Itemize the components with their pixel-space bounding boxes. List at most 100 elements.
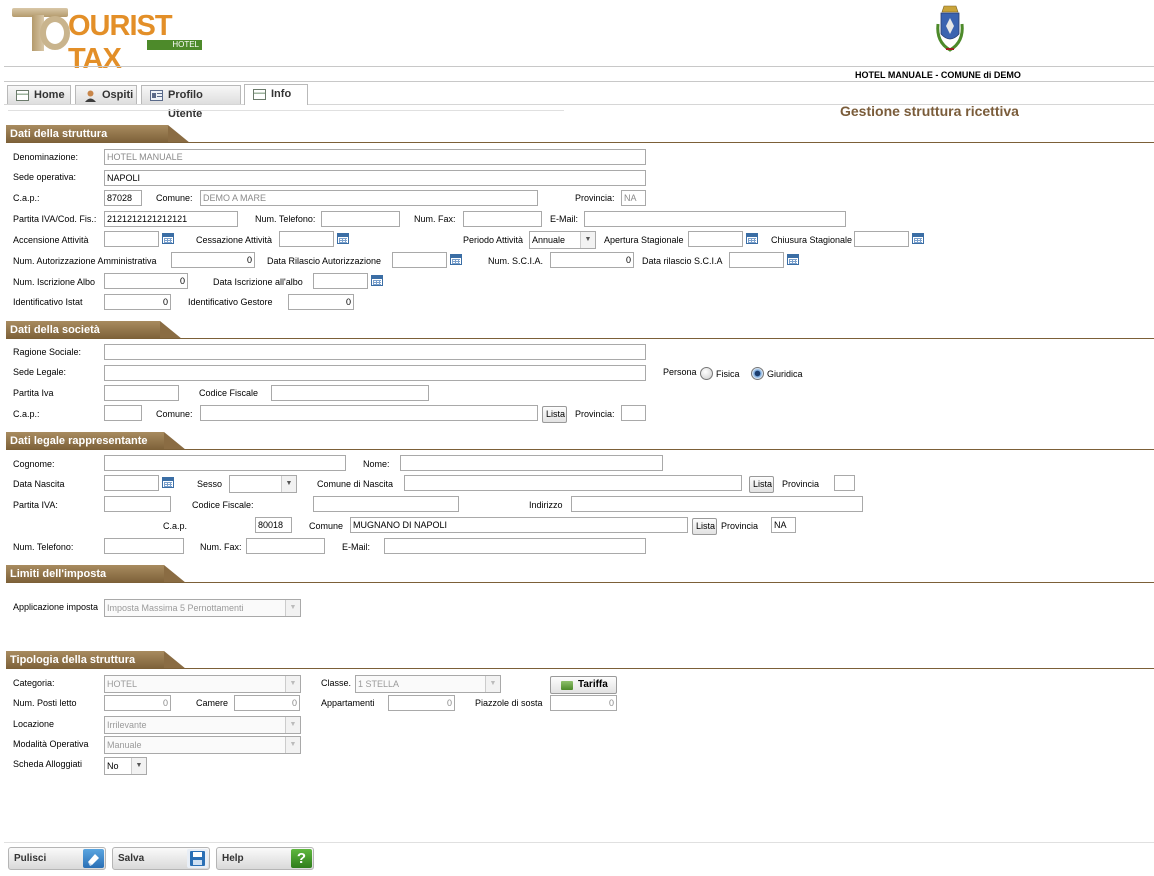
section-dati-struttura: Dati della struttura [6,125,1154,143]
apertura-input[interactable] [688,231,743,247]
comune-nascita-input[interactable] [404,475,742,491]
calendar-icon[interactable] [162,477,174,488]
tab-info[interactable]: Info [244,84,308,105]
sesso-label: Sesso [197,479,223,489]
legale-fax-input[interactable] [246,538,325,554]
scheda-alloggiati-select[interactable]: No ▼ [104,757,147,775]
accensione-label: Accensione Attività [13,235,89,245]
id-card-icon [150,90,163,101]
applicazione-label: Applicazione imposta [13,602,99,612]
appartamenti-label: Appartamenti [321,698,375,708]
societa-cf-input[interactable] [271,385,429,401]
cessazione-input[interactable] [279,231,334,247]
autorizzazione-input[interactable] [171,252,255,268]
legale-cap-input[interactable] [255,517,292,533]
cognome-input[interactable] [104,455,346,471]
nascita-lista-button[interactable]: Lista [749,476,774,493]
calendar-icon[interactable] [337,233,349,244]
sede-operativa-input[interactable] [104,170,646,186]
societa-provincia-input[interactable] [621,405,646,421]
tariffa-button[interactable]: Tariffa [550,676,617,694]
salva-button[interactable]: Salva [112,847,210,870]
data-scia-input[interactable] [729,252,784,268]
periodo-label: Periodo Attività [463,235,524,245]
tab-home[interactable]: Home [7,85,71,104]
legale-piva-input[interactable] [104,496,171,512]
legale-email-input[interactable] [384,538,646,554]
classe-select[interactable]: 1 STELLA ▼ [355,675,501,693]
provincia-input[interactable] [621,190,646,206]
albo-label: Num. Iscrizione Albo [13,277,96,287]
persona-fisica-radio[interactable] [700,367,713,380]
cap-input[interactable] [104,190,142,206]
locazione-select[interactable]: Irrilevante ▼ [104,716,301,734]
modalita-label: Modalità Operativa [13,739,89,749]
data-autorizzazione-input[interactable] [392,252,447,268]
istat-input[interactable] [104,294,171,310]
chiusura-input[interactable] [854,231,909,247]
piazzole-input[interactable] [550,695,617,711]
fax-input[interactable] [463,211,542,227]
societa-piva-input[interactable] [104,385,179,401]
nome-label: Nome: [363,459,390,469]
comune-nascita-label: Comune di Nascita [317,479,394,489]
persona-giuridica-radio[interactable] [751,367,764,380]
modalita-select[interactable]: Manuale ▼ [104,736,301,754]
sede-operativa-label: Sede operativa: [13,172,77,182]
help-button[interactable]: Help ? [216,847,314,870]
chevron-down-icon: ▼ [281,476,296,492]
tab-profilo-utente[interactable]: Profilo Utente [141,85,241,120]
legale-provincia-input[interactable] [771,517,796,533]
pulisci-button[interactable]: Pulisci [8,847,106,870]
camere-input[interactable] [234,695,300,711]
legale-cf-input[interactable] [313,496,459,512]
calendar-icon[interactable] [787,254,799,265]
nascita-provincia-label: Provincia [782,479,820,489]
posti-letto-input[interactable] [104,695,171,711]
calendar-icon[interactable] [371,275,383,286]
comune-input[interactable] [200,190,538,206]
chevron-down-icon: ▼ [131,758,146,774]
folder-icon [561,681,573,690]
data-nascita-input[interactable] [104,475,159,491]
calendar-icon[interactable] [746,233,758,244]
categoria-select[interactable]: HOTEL ▼ [104,675,301,693]
societa-comune-input[interactable] [200,405,538,421]
partita-iva-input[interactable] [104,211,238,227]
nome-input[interactable] [400,455,663,471]
calendar-icon[interactable] [450,254,462,265]
denominazione-label: Denominazione: [13,152,79,162]
legale-comune-input[interactable] [350,517,688,533]
app-logo: OURIST TAX HOTEL [12,6,212,75]
scia-input[interactable] [550,252,634,268]
section-tipologia-struttura: Tipologia della struttura [6,651,1154,669]
sede-legale-input[interactable] [104,365,646,381]
home-icon [16,90,29,101]
ragione-sociale-input[interactable] [104,344,646,360]
telefono-input[interactable] [321,211,400,227]
data-albo-input[interactable] [313,273,368,289]
header-title: HOTEL MANUALE - COMUNE di DEMO [855,70,1021,80]
chevron-down-icon: ▼ [285,737,300,753]
societa-cap-input[interactable] [104,405,142,421]
user-icon [84,90,97,102]
legale-telefono-input[interactable] [104,538,184,554]
albo-input[interactable] [104,273,188,289]
gestore-label: Identificativo Gestore [188,297,273,307]
denominazione-input[interactable] [104,149,646,165]
calendar-icon[interactable] [162,233,174,244]
indirizzo-input[interactable] [571,496,863,512]
tab-ospiti[interactable]: Ospiti [75,85,137,104]
sesso-select[interactable]: ▼ [229,475,297,493]
applicazione-select[interactable]: Imposta Massima 5 Pernottamenti ▼ [104,599,301,617]
nascita-provincia-input[interactable] [834,475,855,491]
accensione-input[interactable] [104,231,159,247]
legale-email-label: E-Mail: [342,542,371,552]
legale-lista-button[interactable]: Lista [692,518,717,535]
calendar-icon[interactable] [912,233,924,244]
appartamenti-input[interactable] [388,695,455,711]
gestore-input[interactable] [288,294,354,310]
societa-lista-button[interactable]: Lista [542,406,567,423]
email-input[interactable] [584,211,846,227]
periodo-select[interactable]: Annuale ▼ [529,231,596,249]
